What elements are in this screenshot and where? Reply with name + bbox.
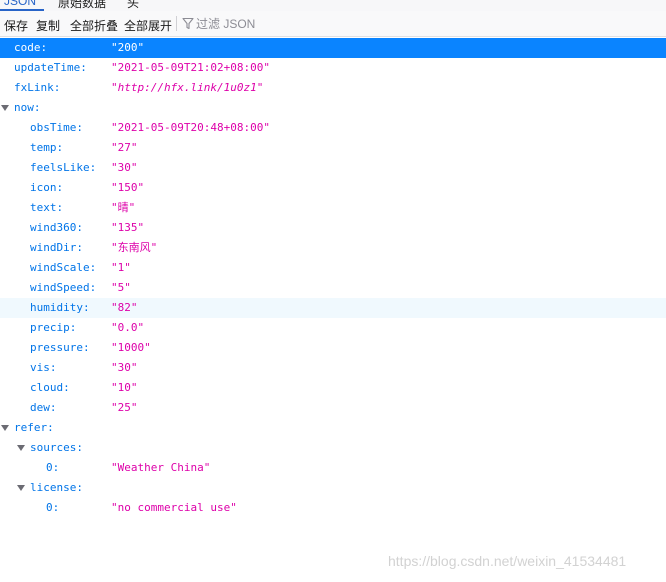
- tree-key: obsTime:: [30, 121, 83, 134]
- tree-key: 0:: [46, 501, 60, 514]
- json-tree: code: "200" updateTime: "2021-05-09T21:0…: [0, 38, 666, 518]
- expand-arrow-icon[interactable]: [17, 445, 25, 451]
- tree-row-wind360[interactable]: wind360: "135": [0, 218, 666, 238]
- tree-value: "5": [111, 281, 131, 294]
- copy-button[interactable]: 复制: [36, 17, 60, 34]
- tree-row-windSpeed[interactable]: windSpeed: "5": [0, 278, 666, 298]
- tree-value: "http://hfx.link/1u0z1": [111, 81, 264, 94]
- tab-headers[interactable]: 头: [127, 0, 139, 11]
- tree-key: dew:: [30, 401, 57, 414]
- tree-row-sources-0[interactable]: 0: "Weather China": [0, 458, 666, 478]
- tree-row-refer[interactable]: refer:: [0, 418, 666, 438]
- tree-value: "1": [111, 261, 131, 274]
- expand-arrow-icon[interactable]: [1, 105, 9, 111]
- tree-row-fxLink[interactable]: fxLink: "http://hfx.link/1u0z1": [0, 78, 666, 98]
- tab-bar: JSON 原始数据 头: [0, 0, 666, 11]
- watermark: https://blog.csdn.net/weixin_41534481: [388, 553, 627, 569]
- tree-value: "135": [111, 221, 145, 234]
- tree-row-windScale[interactable]: windScale: "1": [0, 258, 666, 278]
- tree-key: wind360:: [30, 221, 83, 234]
- tree-key: fxLink:: [14, 81, 61, 94]
- tree-key: pressure:: [30, 341, 90, 354]
- tree-value: "10": [111, 381, 138, 394]
- tree-key: feelsLike:: [30, 161, 97, 174]
- tree-key: code:: [14, 41, 48, 54]
- tree-key: windScale:: [30, 261, 97, 274]
- tree-key: refer:: [14, 421, 54, 434]
- tree-value: "2021-05-09T20:48+08:00": [111, 121, 270, 134]
- tree-row-windDir[interactable]: windDir: "东南风": [0, 238, 666, 258]
- tree-key: precip:: [30, 321, 77, 334]
- tree-row-now[interactable]: now:: [0, 98, 666, 118]
- tree-key: windSpeed:: [30, 281, 97, 294]
- tree-value: "150": [111, 181, 145, 194]
- tree-value: "0.0": [111, 321, 145, 334]
- tree-value: "Weather China": [111, 461, 211, 474]
- tree-value: "no commercial use": [111, 501, 237, 514]
- tree-key: humidity:: [30, 301, 90, 314]
- tree-row-cloud[interactable]: cloud: "10": [0, 378, 666, 398]
- tree-key: vis:: [30, 361, 57, 374]
- tree-row-vis[interactable]: vis: "30": [0, 358, 666, 378]
- tree-key: now:: [14, 101, 41, 114]
- tree-row-text[interactable]: text: "晴": [0, 198, 666, 218]
- save-button[interactable]: 保存: [4, 17, 28, 34]
- toolbar-divider: [176, 16, 177, 31]
- filter-icon: [182, 17, 194, 30]
- tree-row-temp[interactable]: temp: "27": [0, 138, 666, 158]
- tree-value: "27": [111, 141, 138, 154]
- tree-value: "200": [111, 41, 145, 54]
- tree-row-dew[interactable]: dew: "25": [0, 398, 666, 418]
- tree-key: text:: [30, 201, 64, 214]
- tree-key: sources:: [30, 441, 83, 454]
- tree-row-icon[interactable]: icon: "150": [0, 178, 666, 198]
- tree-value: "1000": [111, 341, 151, 354]
- tree-value: "30": [111, 361, 138, 374]
- tree-key: icon:: [30, 181, 64, 194]
- json-viewer: JSON 原始数据 头 保存 复制 全部折叠 全部展开 code: "200" …: [0, 0, 666, 582]
- expand-arrow-icon[interactable]: [17, 485, 25, 491]
- tree-key: 0:: [46, 461, 60, 474]
- expand-arrow-icon[interactable]: [1, 425, 9, 431]
- tree-value: "晴": [111, 201, 136, 214]
- tree-key: temp:: [30, 141, 64, 154]
- tree-row-license[interactable]: license:: [0, 478, 666, 498]
- tree-row-code[interactable]: code: "200": [0, 38, 666, 58]
- tree-row-license-0[interactable]: 0: "no commercial use": [0, 498, 666, 518]
- tree-row-feelsLike[interactable]: feelsLike: "30": [0, 158, 666, 178]
- tree-value: "东南风": [111, 241, 158, 254]
- toolbar: 保存 复制 全部折叠 全部展开: [0, 11, 666, 37]
- tree-row-sources[interactable]: sources:: [0, 438, 666, 458]
- tree-row-pressure[interactable]: pressure: "1000": [0, 338, 666, 358]
- tree-value: "82": [111, 301, 138, 314]
- tree-row-updateTime[interactable]: updateTime: "2021-05-09T21:02+08:00": [0, 58, 666, 78]
- tab-json[interactable]: JSON: [4, 0, 36, 8]
- tree-row-obsTime[interactable]: obsTime: "2021-05-09T20:48+08:00": [0, 118, 666, 138]
- tree-value: "30": [111, 161, 138, 174]
- tree-value: "25": [111, 401, 138, 414]
- tree-row-humidity[interactable]: humidity: "82": [0, 298, 666, 318]
- collapse-all-button[interactable]: 全部折叠: [70, 17, 118, 34]
- tree-value: "2021-05-09T21:02+08:00": [111, 61, 270, 74]
- tree-key: updateTime:: [14, 61, 87, 74]
- tree-key: cloud:: [30, 381, 70, 394]
- filter-json-input[interactable]: [196, 15, 396, 32]
- tab-raw-data[interactable]: 原始数据: [58, 0, 106, 11]
- tree-row-precip[interactable]: precip: "0.0": [0, 318, 666, 338]
- tree-key: license:: [30, 481, 83, 494]
- expand-all-button[interactable]: 全部展开: [124, 17, 172, 34]
- tree-key: windDir:: [30, 241, 83, 254]
